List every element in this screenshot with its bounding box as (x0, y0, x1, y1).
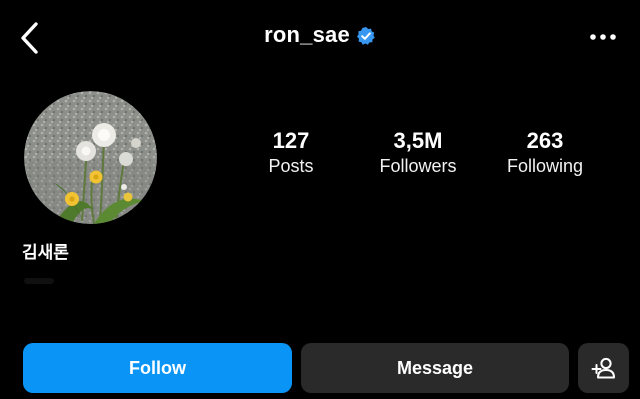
bio-placeholder (24, 278, 54, 284)
follow-button[interactable]: Follow (23, 343, 292, 393)
stat-value: 127 (272, 128, 310, 153)
stat-value: 3,5M (393, 128, 443, 153)
stat-label: Posts (268, 156, 314, 176)
add-user-icon (591, 357, 615, 379)
suggest-users-button[interactable] (578, 343, 629, 393)
stat-value: 263 (526, 128, 564, 153)
stat-label: Following (506, 156, 584, 176)
profile-stats: 127 Posts 3,5M Followers 263 Following (228, 128, 608, 188)
profile-avatar[interactable] (24, 91, 157, 224)
verified-badge-icon (356, 27, 375, 45)
more-horizontal-icon (590, 34, 616, 40)
dandelion-photo-avatar (24, 91, 157, 224)
stat-following[interactable]: 263 Following (482, 128, 608, 178)
message-button[interactable]: Message (301, 343, 569, 393)
username: ron_sae (264, 22, 350, 47)
display-name: 김새론 (22, 243, 69, 263)
more-options-button[interactable] (586, 24, 620, 50)
profile-header: ron_sae (0, 0, 640, 78)
stat-posts[interactable]: 127 Posts (228, 128, 354, 178)
message-label: Message (396, 357, 474, 378)
header-title: ron_sae (0, 22, 640, 48)
follow-label: Follow (129, 357, 186, 378)
stat-label: Followers (379, 156, 457, 176)
stat-followers[interactable]: 3,5M Followers (355, 128, 481, 178)
